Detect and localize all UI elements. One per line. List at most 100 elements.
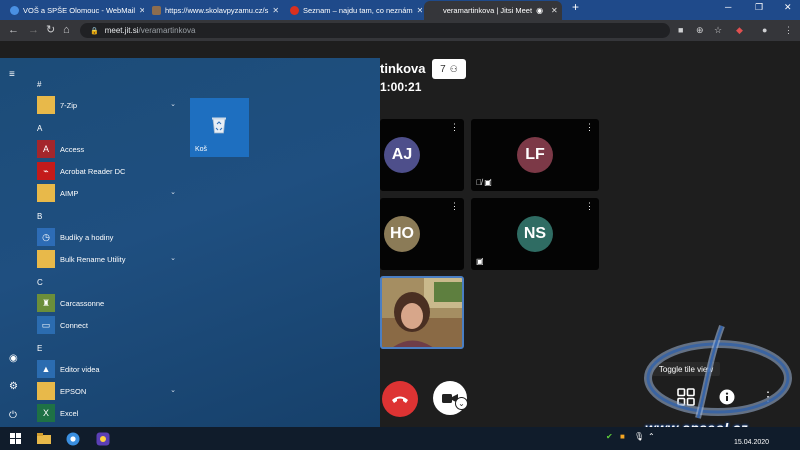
- tile-view-button[interactable]: [675, 386, 697, 408]
- folder-icon: [37, 382, 55, 400]
- info-icon: [719, 389, 735, 405]
- tab-title: https://www.skolavpyzamu.cz/s: [165, 6, 269, 15]
- bookmark-star-icon[interactable]: ☆: [714, 25, 722, 36]
- skolavpyzamu-favicon: [152, 6, 161, 15]
- hamburger-menu-icon[interactable]: ≡: [9, 69, 15, 80]
- pinned-app-button[interactable]: [92, 429, 114, 448]
- reload-icon[interactable]: ↻: [46, 24, 55, 36]
- camera-permission-icon[interactable]: ■: [678, 25, 683, 35]
- app-item-access[interactable]: A Access: [37, 139, 180, 159]
- hangup-button[interactable]: [382, 381, 418, 417]
- participant-tile[interactable]: NS ⋮ ▣̸: [471, 198, 599, 270]
- chrome-taskbar-button[interactable]: [62, 429, 84, 448]
- pinned-tile-label: Koš: [195, 146, 208, 153]
- tray-expand-icon[interactable]: ⌃: [648, 432, 655, 441]
- meeting-timer: 1:00:21: [380, 80, 422, 94]
- microphone-icon[interactable]: 🎙: [634, 432, 644, 441]
- app-item-carcassonne[interactable]: ♜ Carcassonne: [37, 293, 180, 313]
- video-settings-chevron-icon[interactable]: ⌄: [455, 397, 468, 410]
- tile-menu-icon[interactable]: ⋮: [585, 123, 594, 132]
- access-icon: A: [37, 140, 55, 158]
- app-item-epson[interactable]: EPSON ⌄: [37, 381, 180, 401]
- excel-icon: X: [37, 404, 55, 422]
- power-icon[interactable]: ⏻: [9, 410, 17, 421]
- carcassonne-icon: ♜: [37, 294, 55, 312]
- restore-icon[interactable]: ❐: [755, 2, 763, 13]
- taskbar-date[interactable]: 15.04.2020: [734, 439, 769, 446]
- app-item-connect[interactable]: ▭ Connect: [37, 315, 180, 335]
- minimize-icon[interactable]: ─: [725, 2, 731, 12]
- app-label: Connect: [60, 320, 88, 330]
- tile-menu-icon[interactable]: ⋮: [450, 202, 459, 211]
- browser-tab-jitsi[interactable]: veramartinkova | Jitsi Meet ◉ ✕: [424, 1, 562, 20]
- tab-close-icon[interactable]: ✕: [139, 6, 144, 15]
- group-header[interactable]: A: [37, 124, 42, 133]
- more-actions-icon[interactable]: ⋮: [757, 386, 779, 408]
- tab-close-icon[interactable]: ✕: [417, 6, 422, 15]
- browser-globe-icon: [66, 432, 80, 445]
- video-off-icon: ▣̸: [476, 257, 484, 266]
- back-icon[interactable]: ←: [8, 24, 19, 36]
- app-list: # 7-Zip ⌄ A A Access ⌁ Acrobat Reader DC…: [30, 58, 180, 427]
- app-label: Carcassonne: [60, 298, 105, 308]
- self-video-tile[interactable]: [380, 276, 464, 349]
- address-bar[interactable]: 🔒 meet.jit.si/veramartinkova: [80, 23, 670, 38]
- browser-tab-seznam[interactable]: Seznam – najdu tam, co neznám ✕: [284, 1, 422, 20]
- app-label: Bulk Rename Utility: [60, 254, 126, 264]
- file-explorer-button[interactable]: [33, 429, 55, 448]
- info-button[interactable]: [716, 386, 738, 408]
- app-label: Editor videa: [60, 364, 100, 374]
- participant-tile[interactable]: HO ⋮: [380, 198, 464, 270]
- participant-tile[interactable]: LF ⋮ 🎙̸ ▣̸: [471, 119, 599, 191]
- tile-menu-icon[interactable]: ⋮: [585, 202, 594, 211]
- app-item-bulk-rename[interactable]: Bulk Rename Utility ⌄: [37, 249, 180, 269]
- tab-close-icon[interactable]: ✕: [272, 6, 279, 15]
- participant-avatar: HO: [384, 216, 420, 252]
- participant-avatar: LF: [517, 137, 553, 173]
- browser-tab-webmail[interactable]: VOŠ a SPŠE Olomouc - WebMail ✕: [4, 1, 144, 20]
- windows-taskbar: ✔ ■ 🎙 ⌃ 15.04.2020: [0, 427, 800, 450]
- meeting-title: tinkova: [380, 61, 426, 76]
- user-account-icon[interactable]: ◉: [9, 353, 18, 364]
- group-header[interactable]: C: [37, 278, 43, 287]
- app-label: Acrobat Reader DC: [60, 166, 126, 176]
- browser-menu-icon[interactable]: ⋮: [784, 25, 793, 36]
- folder-icon: [37, 250, 55, 268]
- chevron-down-icon: ⌄: [170, 101, 176, 108]
- pinned-tile-recycle-bin[interactable]: Koš: [190, 98, 249, 157]
- chevron-down-icon: ⌄: [170, 387, 176, 394]
- close-window-icon[interactable]: ✕: [784, 2, 792, 13]
- zoom-icon[interactable]: ⊕: [696, 25, 704, 36]
- participant-count: 7: [440, 63, 446, 75]
- new-tab-button[interactable]: +: [572, 0, 579, 14]
- video-editor-icon: ▲: [37, 360, 55, 378]
- extension-icon[interactable]: ◆: [736, 25, 743, 36]
- security-check-icon[interactable]: ✔: [606, 432, 613, 441]
- participant-count-button[interactable]: 7 ⚇: [432, 59, 466, 79]
- app-item-aimp[interactable]: AIMP ⌄: [37, 183, 180, 203]
- app-item-acrobat[interactable]: ⌁ Acrobat Reader DC: [37, 161, 180, 181]
- start-menu: ≡ ◉ ⚙ ⏻ # 7-Zip ⌄ A A Access ⌁ Acrobat R…: [0, 58, 380, 427]
- tile-menu-icon[interactable]: ⋮: [450, 123, 459, 132]
- profile-icon[interactable]: ●: [762, 25, 767, 35]
- tab-title: Seznam – najdu tam, co neznám: [303, 6, 413, 15]
- group-header[interactable]: #: [37, 80, 41, 89]
- tray-app-icon[interactable]: ■: [620, 432, 625, 441]
- app-item-editor-videa[interactable]: ▲ Editor videa: [37, 359, 180, 379]
- group-header[interactable]: B: [37, 212, 42, 221]
- app-item-excel[interactable]: X Excel: [37, 403, 180, 423]
- forward-icon[interactable]: →: [28, 24, 39, 36]
- group-header[interactable]: E: [37, 344, 42, 353]
- recycle-bin-icon: [212, 117, 226, 134]
- start-button[interactable]: [4, 429, 26, 448]
- settings-gear-icon[interactable]: ⚙: [9, 381, 18, 392]
- lock-icon: 🔒: [90, 27, 99, 35]
- app-item-budiky[interactable]: ◷ Budíky a hodiny: [37, 227, 180, 247]
- browser-tab-skolavpyzamu[interactable]: https://www.skolavpyzamu.cz/s ✕: [146, 1, 282, 20]
- participant-tile[interactable]: AJ ⋮: [380, 119, 464, 191]
- toggle-tile-view-tooltip: Toggle tile view: [652, 362, 720, 376]
- tab-close-icon[interactable]: ✕: [551, 6, 558, 15]
- home-icon[interactable]: ⌂: [63, 24, 70, 36]
- avatar-initials: AJ: [391, 146, 413, 163]
- app-item-7zip[interactable]: 7-Zip ⌄: [37, 95, 180, 115]
